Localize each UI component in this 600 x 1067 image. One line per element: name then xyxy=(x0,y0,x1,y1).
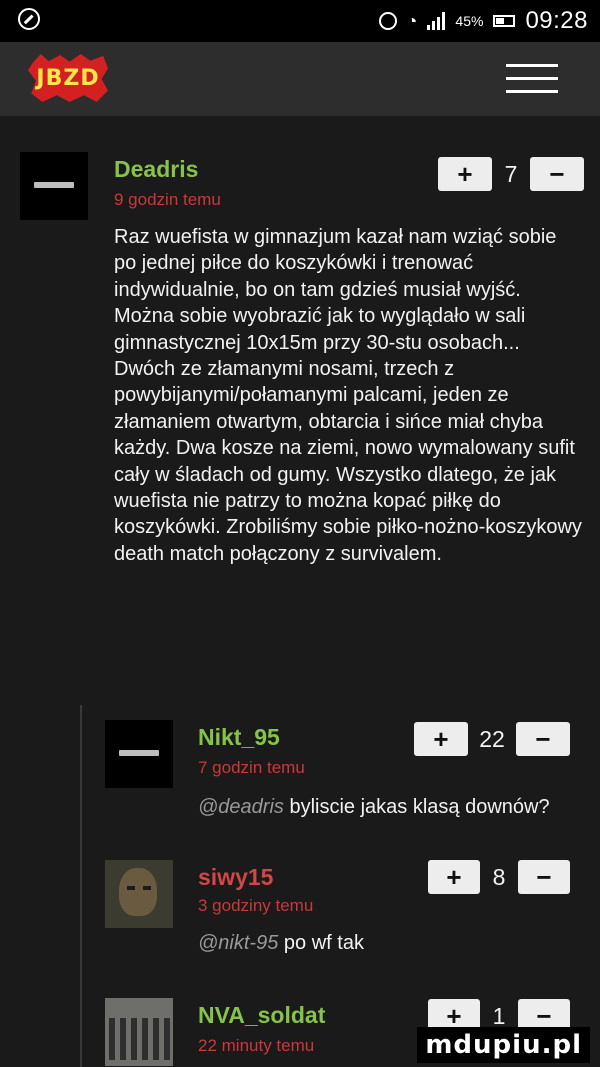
comment-username[interactable]: NVA_soldat xyxy=(198,1002,325,1029)
comment-time: 3 godziny temu xyxy=(198,896,314,915)
app-header: JBZD xyxy=(0,42,600,116)
comment-text: @deadris byliscie jakas klasą downów? xyxy=(198,794,550,820)
comment-username[interactable]: Deadris xyxy=(114,156,198,183)
battery-percent: 45% xyxy=(455,13,484,29)
watermark: mdupiu.pl xyxy=(417,1027,590,1063)
site-logo[interactable]: JBZD xyxy=(28,54,108,102)
comment-body: byliscie jakas klasą downów? xyxy=(289,796,550,818)
downvote-button[interactable]: − xyxy=(516,722,570,756)
comment-time: 22 minuty temu xyxy=(198,1036,315,1055)
vote-count: 22 xyxy=(479,725,505,752)
avatar[interactable] xyxy=(20,152,88,220)
battery-icon xyxy=(493,15,516,27)
clock: 09:28 xyxy=(525,7,588,34)
status-bar: ◔ 45% 09:28 xyxy=(0,0,600,42)
upvote-button[interactable]: + xyxy=(414,722,468,756)
signal-icon xyxy=(427,12,446,30)
vote-count: 1 xyxy=(492,1002,506,1029)
hamburger-menu-icon[interactable] xyxy=(506,64,558,94)
comment-username[interactable]: siwy15 xyxy=(198,864,273,891)
wifi-icon: ◔ xyxy=(406,11,418,31)
downvote-button[interactable]: − xyxy=(530,157,584,191)
reply-thread-line xyxy=(80,705,82,1067)
vote-controls: + 7 − xyxy=(438,156,584,192)
upvote-button[interactable]: + xyxy=(438,157,492,191)
vote-count: 8 xyxy=(492,863,506,890)
alarm-icon xyxy=(378,12,397,30)
blocked-icon xyxy=(18,8,40,30)
comment-text: Raz wuefista w gimnazjum kazał nam wziąć… xyxy=(114,226,582,565)
mention-link[interactable]: @deadris xyxy=(198,796,284,818)
avatar[interactable] xyxy=(105,998,173,1066)
comment-text: @nikt-95 po wf tak xyxy=(198,930,364,956)
vote-controls: + 22 − xyxy=(414,721,570,757)
upvote-button[interactable]: + xyxy=(428,860,480,894)
status-icons: ◔ 45% 09:28 xyxy=(378,6,588,36)
vote-controls: + 8 − xyxy=(428,859,570,895)
avatar[interactable] xyxy=(105,860,173,928)
downvote-button[interactable]: − xyxy=(518,860,570,894)
comment-time: 9 godzin temu xyxy=(114,190,221,209)
vote-count: 7 xyxy=(504,160,518,187)
comment-time: 7 godzin temu xyxy=(198,758,305,777)
mention-link[interactable]: @nikt-95 xyxy=(198,932,278,954)
comment-username[interactable]: Nikt_95 xyxy=(198,724,280,751)
avatar[interactable] xyxy=(105,720,173,788)
comment-body: po wf tak xyxy=(283,932,364,954)
